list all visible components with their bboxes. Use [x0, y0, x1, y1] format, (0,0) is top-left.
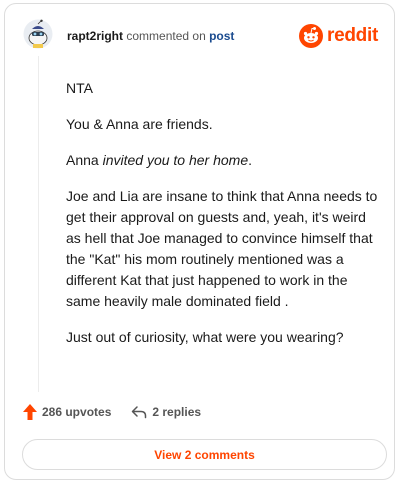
reddit-logo-icon: [299, 24, 324, 48]
upvote-arrow-icon: [23, 404, 37, 420]
comment-paragraph: You & Anna are friends.: [66, 116, 213, 132]
reddit-wordmark: reddit: [327, 25, 378, 46]
reply-count: 2 replies: [152, 405, 202, 419]
emphasis-text: invited you to her home: [102, 152, 249, 168]
thread-line[interactable]: [38, 56, 39, 392]
comment-paragraph: NTA: [66, 80, 93, 96]
reply-button[interactable]: 2 replies: [131, 405, 201, 419]
comment-paragraph: Just out of curiosity, what were you wea…: [66, 329, 344, 345]
reply-arrow-icon: [132, 406, 147, 419]
username-link[interactable]: rapt2right: [67, 29, 123, 43]
comment-actions: 286 upvotes 2 replies: [23, 404, 201, 420]
comment-body: NTA You & Anna are friends. Anna invited…: [66, 78, 378, 363]
paragraph-text: Anna: [66, 152, 103, 168]
reddit-brand[interactable]: reddit: [299, 24, 378, 48]
upvote-button[interactable]: 286 upvotes: [23, 404, 111, 420]
comment-paragraph: Anna invited you to her home.: [66, 150, 378, 171]
comment-card: rapt2right commented on post reddit NTA …: [4, 3, 395, 480]
upvote-count: 286 upvotes: [42, 405, 112, 419]
post-link[interactable]: post: [209, 29, 234, 43]
paragraph-text: .: [248, 152, 253, 168]
comment-header: rapt2right commented on post: [67, 29, 234, 43]
action-text: commented on: [126, 29, 206, 43]
snoo-avatar-icon[interactable]: [23, 19, 53, 49]
view-comments-button[interactable]: View 2 comments: [22, 439, 387, 470]
comment-paragraph: Joe and Lia are insane to think that Ann…: [66, 188, 378, 309]
